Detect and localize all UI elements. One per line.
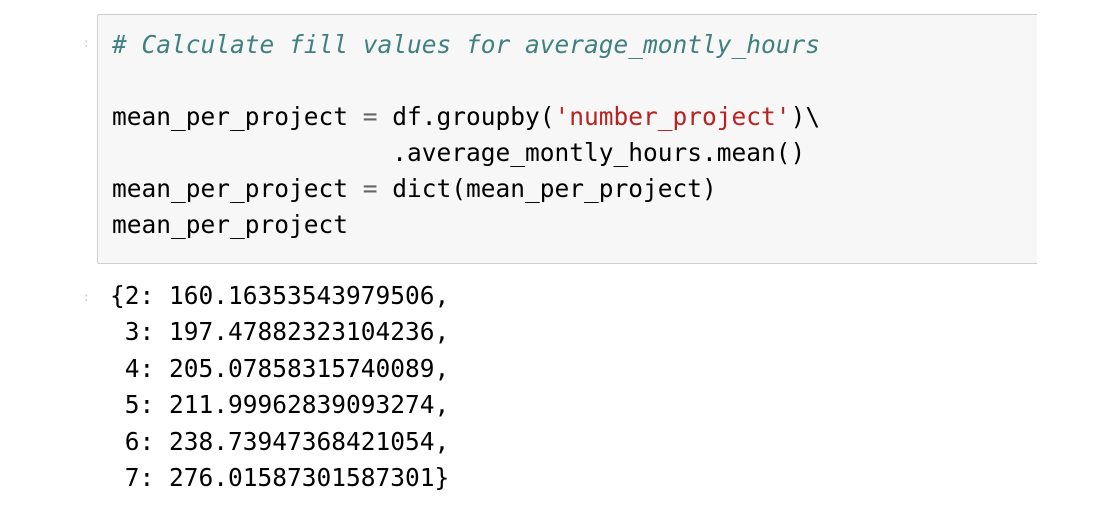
code-call: df.groupby( <box>392 102 555 131</box>
code-operator: = <box>348 174 393 203</box>
output-row: 3: 197.47882323104236, <box>110 317 450 347</box>
code-line-dict: mean_per_project = dict(mean_per_project… <box>112 171 820 207</box>
code-dict-call: dict(mean_per_project) <box>392 174 717 203</box>
code-variable: mean_per_project <box>112 210 349 239</box>
code-string: 'number_project' <box>554 102 791 131</box>
output-row: 4: 205.07858315740089, <box>110 353 450 383</box>
code-input-area[interactable]: # Calculate fill values for average_mont… <box>97 14 1037 264</box>
output-row: 5: 211.99962839093274, <box>110 390 450 420</box>
code-call-close: )\ <box>790 102 821 131</box>
output-row: 7: 276.01587301587301} <box>110 463 450 493</box>
code-variable: mean_per_project <box>112 102 349 131</box>
code-line-groupby: mean_per_project = df.groupby('number_pr… <box>112 99 820 135</box>
code-line-continuation: .average_montly_hours.mean() <box>112 135 820 171</box>
code-line-display: mean_per_project <box>112 207 820 243</box>
code-method-chain: .average_montly_hours.mean() <box>392 138 806 167</box>
code-variable: mean_per_project <box>112 174 349 203</box>
output-row: {2: 160.16353543979506, <box>110 281 450 310</box>
input-prompt: : <box>82 36 90 50</box>
cell-output: {2: 160.16353543979506, 3: 197.478823231… <box>110 278 449 496</box>
code-line-comment: # Calculate fill values for average_mont… <box>112 27 820 63</box>
output-prompt: : <box>82 290 90 304</box>
code-operator: = <box>348 102 393 131</box>
output-row: 6: 238.73947368421054, <box>110 426 450 456</box>
code-comment: # Calculate fill values for average_mont… <box>112 30 821 59</box>
code-editor[interactable]: # Calculate fill values for average_mont… <box>112 27 820 243</box>
